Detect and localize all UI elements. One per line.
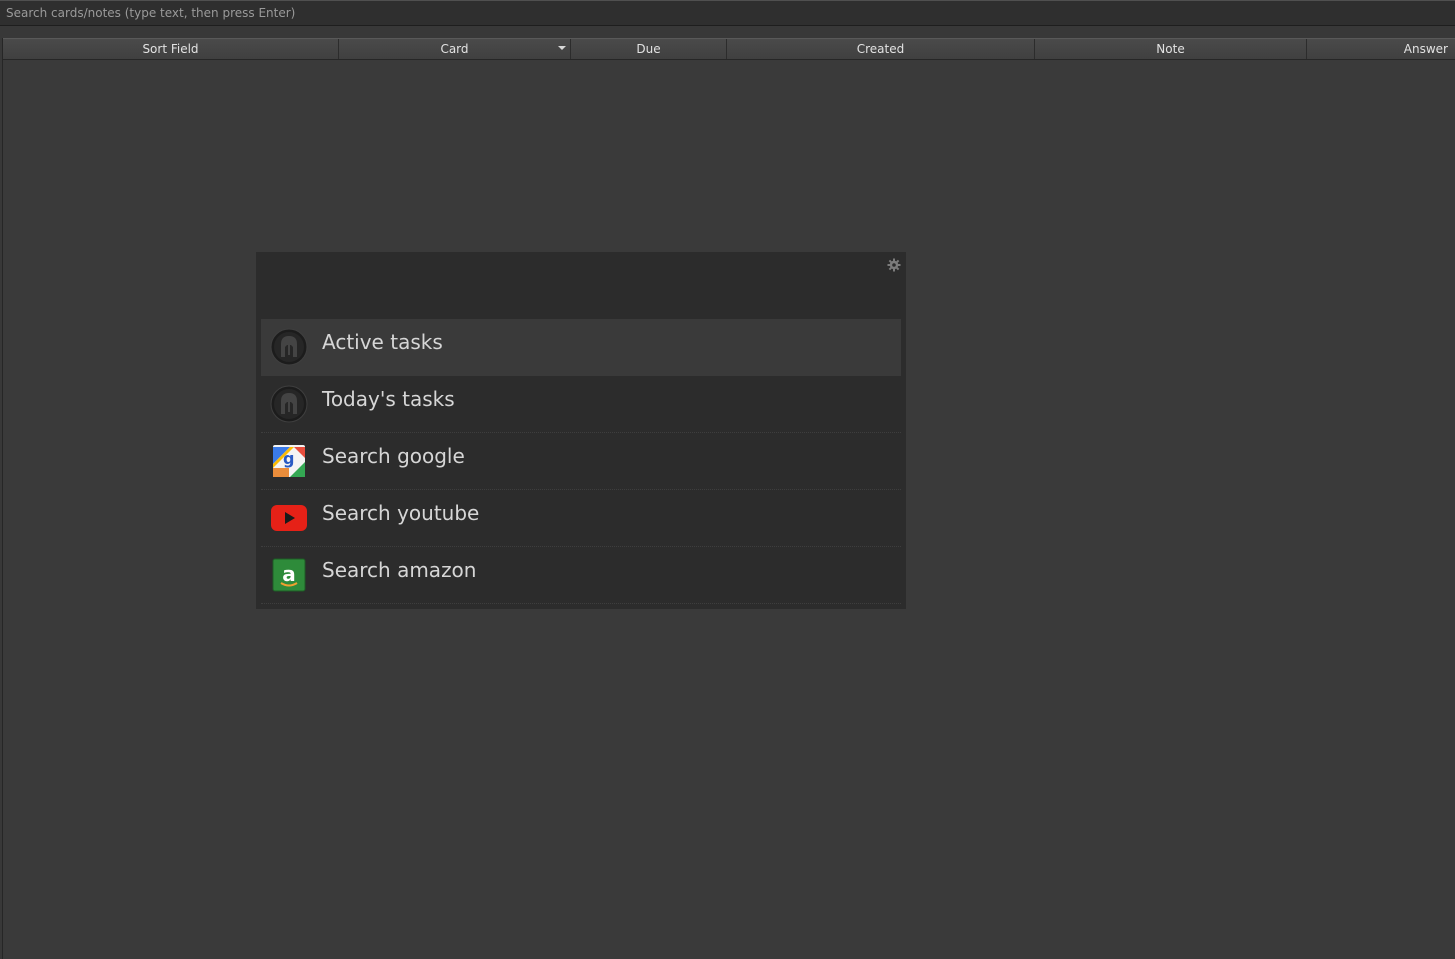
- svg-text:g: g: [283, 449, 294, 468]
- google-maps-icon: g: [270, 442, 308, 480]
- table-header: Sort Field Card Due Created Note Answer: [3, 38, 1455, 60]
- spartan-helmet-icon: [270, 385, 308, 423]
- launcher-item-label: Search google: [322, 444, 465, 468]
- launcher-item-todays-tasks[interactable]: Today's tasks: [261, 376, 901, 433]
- column-header-note[interactable]: Note: [1035, 39, 1307, 59]
- sort-descending-icon: [558, 46, 566, 50]
- launcher-item-label: Today's tasks: [322, 387, 455, 411]
- launcher-item-label: Active tasks: [322, 330, 443, 354]
- column-header-due[interactable]: Due: [571, 39, 727, 59]
- youtube-icon: [270, 499, 308, 537]
- column-header-label: Created: [856, 42, 905, 56]
- launcher-list: Active tasks Today's tasks g Search goog…: [256, 319, 906, 604]
- launcher-item-search-google[interactable]: g Search google: [261, 433, 901, 490]
- column-header-created[interactable]: Created: [727, 39, 1035, 59]
- column-header-answer[interactable]: Answer: [1307, 39, 1455, 59]
- column-header-label: Note: [1156, 42, 1185, 56]
- column-header-label: Due: [636, 42, 661, 56]
- column-header-label: Answer: [1403, 42, 1448, 56]
- launcher-item-search-amazon[interactable]: a Search amazon: [261, 547, 901, 604]
- search-input[interactable]: [0, 1, 1455, 25]
- column-header-sort-field[interactable]: Sort Field: [3, 39, 339, 59]
- search-bar: [0, 0, 1455, 26]
- column-header-label: Card: [440, 42, 469, 56]
- column-header-label: Sort Field: [142, 42, 199, 56]
- svg-text:a: a: [282, 562, 296, 586]
- launcher-panel: Active tasks Today's tasks g Search goog…: [256, 252, 906, 609]
- amazon-icon: a: [270, 556, 308, 594]
- gear-icon[interactable]: [887, 258, 901, 272]
- launcher-item-label: Search youtube: [322, 501, 480, 525]
- spartan-helmet-icon: [270, 328, 308, 366]
- launcher-item-active-tasks[interactable]: Active tasks: [261, 319, 901, 376]
- launcher-item-search-youtube[interactable]: Search youtube: [261, 490, 901, 547]
- column-header-card[interactable]: Card: [339, 39, 571, 59]
- launcher-item-label: Search amazon: [322, 558, 477, 582]
